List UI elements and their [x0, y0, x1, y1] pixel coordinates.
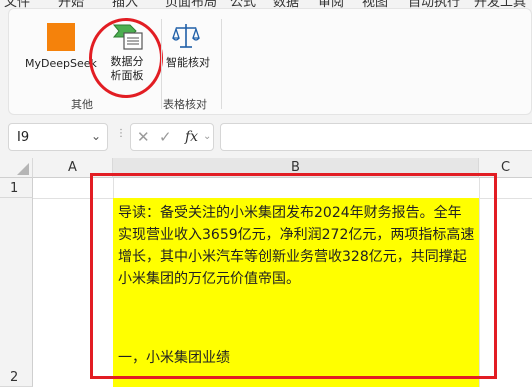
- annotation-circle: [89, 18, 163, 98]
- formula-bar: I9 ⌄ ⋮ ✕ ✓ fx ⌄: [0, 120, 532, 154]
- menu-bar: 文件 开始 插入 页面布局 公式 数据 审阅 视图 自动执行 开发工具: [0, 0, 532, 8]
- row-header-1[interactable]: 1: [0, 178, 33, 198]
- menu-tab-page-layout[interactable]: 页面布局: [165, 0, 217, 8]
- group-label-table-check: 表格核对: [163, 98, 207, 111]
- annotation-rectangle: [90, 173, 497, 379]
- menu-tab-data[interactable]: 数据: [273, 0, 299, 8]
- menu-tab-home[interactable]: 开始: [58, 0, 84, 8]
- enter-icon[interactable]: ✓: [159, 128, 172, 146]
- menu-tab-formulas[interactable]: 公式: [230, 0, 256, 8]
- mydeepseek-label: MyDeepSeek: [25, 57, 97, 70]
- row-header-2[interactable]: 2: [0, 198, 33, 387]
- menu-tab-insert[interactable]: 插入: [112, 0, 138, 8]
- more-options-icon[interactable]: ⋮: [116, 128, 126, 139]
- row-number: 1: [10, 181, 19, 196]
- chevron-down-icon[interactable]: ⌄: [203, 131, 211, 142]
- chevron-down-icon[interactable]: ⌄: [91, 129, 101, 143]
- row-number: 2: [10, 370, 19, 385]
- formula-tools: ✕ ✓ fx ⌄: [130, 123, 214, 151]
- menu-tab-developer[interactable]: 开发工具: [474, 0, 526, 8]
- menu-tab-file[interactable]: 文件: [4, 0, 30, 8]
- select-all-corner[interactable]: [0, 158, 33, 178]
- smart-check-label: 智能核对: [166, 56, 210, 69]
- group-label-other: 其他: [71, 98, 93, 111]
- ribbon: MyDeepSeek 数据分 析面板 智能核对 其他 表格核对: [8, 8, 532, 115]
- insert-function-button[interactable]: fx: [185, 129, 198, 145]
- smart-check-button[interactable]: 智能核对: [161, 56, 215, 70]
- menu-tab-view[interactable]: 视图: [362, 0, 388, 8]
- formula-input[interactable]: [220, 123, 532, 151]
- name-box-value: I9: [17, 130, 30, 145]
- cancel-icon[interactable]: ✕: [137, 128, 150, 146]
- scale-icon: [172, 24, 200, 48]
- menu-tab-automate[interactable]: 自动执行: [408, 0, 460, 8]
- name-box[interactable]: I9 ⌄: [8, 123, 108, 151]
- ribbon-group-separator: [221, 19, 222, 109]
- mydeepseek-icon: [47, 23, 75, 51]
- menu-tab-review[interactable]: 审阅: [318, 0, 344, 8]
- select-all-triangle-icon: [17, 163, 29, 175]
